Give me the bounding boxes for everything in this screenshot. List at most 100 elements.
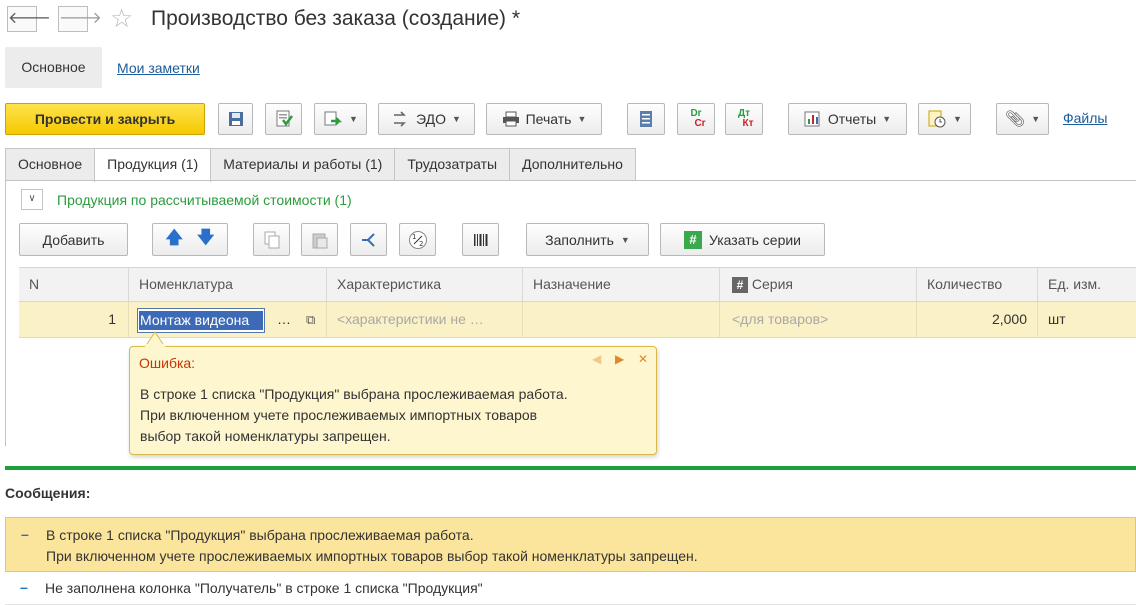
messages-title: Сообщения: bbox=[5, 485, 91, 501]
back-button[interactable]: 🡐 bbox=[7, 6, 51, 32]
message-marker-icon: – bbox=[21, 526, 29, 542]
specify-series-label: Указать серии bbox=[708, 231, 802, 248]
files-link[interactable]: Файлы bbox=[1063, 110, 1107, 126]
column-series-label: Серия bbox=[751, 276, 793, 292]
tab-additional[interactable]: Дополнительно bbox=[509, 148, 636, 181]
distribute-quantity-button[interactable]: 12 bbox=[399, 223, 436, 256]
column-purpose[interactable]: Назначение bbox=[522, 268, 719, 301]
column-nomenclature[interactable]: Номенклатура bbox=[128, 268, 326, 301]
open-icon[interactable]: ⧉ bbox=[306, 302, 315, 337]
arrow-left-icon: 🡐 bbox=[8, 10, 51, 27]
message-text: В строке 1 списка "Продукция" выбрана пр… bbox=[46, 525, 698, 567]
add-row-button[interactable]: Добавить bbox=[19, 223, 128, 256]
add-row-label: Добавить bbox=[42, 231, 105, 248]
messages-separator[interactable] bbox=[5, 466, 1136, 470]
message-line: При включенном учете прослеживаемых импо… bbox=[46, 548, 698, 564]
journal-button[interactable] bbox=[627, 103, 665, 135]
split-icon bbox=[361, 232, 375, 247]
cr-label: Cr bbox=[694, 118, 706, 129]
post-and-close-button[interactable]: Провести и закрыть bbox=[5, 103, 205, 135]
tab-materials[interactable]: Материалы и работы (1) bbox=[210, 148, 396, 181]
cell-unit[interactable]: шт bbox=[1037, 302, 1136, 337]
reports-button[interactable]: Отчеты ▼ bbox=[788, 103, 907, 135]
edo-icon bbox=[394, 111, 406, 127]
column-n[interactable]: N bbox=[19, 268, 128, 301]
nomenclature-input-value: Монтаж видеона bbox=[139, 311, 263, 330]
paste-button[interactable] bbox=[301, 223, 338, 256]
message-text: Не заполнена колонка "Получатель" в стро… bbox=[45, 580, 483, 596]
edo-button[interactable]: ЭДО ▼ bbox=[378, 103, 475, 135]
cell-purpose[interactable] bbox=[522, 302, 719, 337]
error-line: выбор такой номенклатуры запрещен. bbox=[140, 428, 391, 444]
cell-quantity[interactable]: 2,000 bbox=[916, 302, 1037, 337]
related-documents-icon bbox=[928, 110, 946, 128]
table-header: N Номенклатура Характеристика Назначение… bbox=[19, 267, 1136, 302]
dt-kt-icon: Дт Кт bbox=[734, 109, 754, 129]
print-button[interactable]: Печать ▼ bbox=[486, 103, 602, 135]
chevron-down-icon: ▼ bbox=[349, 114, 358, 124]
dr-cr-button[interactable]: Dr Cr bbox=[677, 103, 715, 135]
error-popup-message: В строке 1 списка "Продукция" выбрана пр… bbox=[140, 384, 568, 447]
cell-series[interactable]: <для товаров> bbox=[719, 302, 916, 337]
message-marker-icon: – bbox=[20, 579, 28, 595]
split-row-button[interactable] bbox=[350, 223, 387, 256]
nav-main-tab[interactable]: Основное bbox=[5, 47, 102, 88]
row-number: 1 bbox=[108, 311, 116, 327]
my-notes-link[interactable]: Мои заметки bbox=[117, 59, 200, 77]
popup-pointer-cover bbox=[145, 344, 165, 348]
chevron-down-icon: ▼ bbox=[1031, 114, 1041, 124]
column-series[interactable]: # Серия bbox=[719, 268, 916, 301]
chevron-down-icon: ∨ bbox=[28, 193, 36, 204]
create-based-on-button[interactable]: ▼ bbox=[314, 103, 367, 135]
column-unit[interactable]: Ед. изм. bbox=[1037, 268, 1136, 301]
tab-labor[interactable]: Трудозатраты bbox=[394, 148, 511, 181]
column-characteristic[interactable]: Характеристика bbox=[326, 268, 522, 301]
nomenclature-input[interactable]: Монтаж видеона bbox=[137, 308, 265, 333]
barcode-search-button[interactable] bbox=[462, 223, 499, 256]
related-documents-button[interactable]: ▼ bbox=[918, 103, 971, 135]
list-icon bbox=[640, 111, 652, 127]
print-label: Печать bbox=[525, 111, 572, 127]
chevron-down-icon: ▼ bbox=[882, 114, 892, 124]
move-buttons-group: 🡅 🡇 bbox=[152, 223, 228, 256]
fill-button[interactable]: Заполнить ▼ bbox=[526, 223, 649, 256]
post-and-close-label: Провести и закрыть bbox=[34, 111, 176, 127]
cell-characteristic[interactable]: <характеристики не … bbox=[326, 302, 522, 337]
tab-main[interactable]: Основное bbox=[5, 148, 96, 181]
dt-kt-button[interactable]: Дт Кт bbox=[725, 103, 763, 135]
paperclip-icon: 📎︎ bbox=[1004, 111, 1026, 128]
forward-button[interactable]: 🡒 bbox=[58, 6, 102, 32]
group-title: Продукция по рассчитываемой стоимости (1… bbox=[57, 192, 352, 208]
message-item[interactable]: – Не заполнена колонка "Получатель" в ст… bbox=[5, 572, 1136, 605]
attachments-button[interactable]: 📎︎ ▼ bbox=[996, 103, 1049, 135]
column-quantity[interactable]: Количество bbox=[916, 268, 1037, 301]
more-button[interactable]: … bbox=[277, 302, 291, 337]
post-button[interactable] bbox=[265, 103, 302, 135]
reports-label: Отчеты bbox=[827, 111, 877, 127]
hash-icon: # bbox=[683, 230, 702, 249]
group-collapse-toggle[interactable]: ∨ bbox=[21, 189, 43, 210]
chevron-down-icon: ▼ bbox=[577, 114, 587, 124]
chevron-down-icon: ▼ bbox=[620, 234, 630, 245]
save-button[interactable] bbox=[218, 103, 253, 135]
error-line: При включенном учете прослеживаемых импо… bbox=[140, 407, 538, 423]
tab-products[interactable]: Продукция (1) bbox=[94, 148, 212, 182]
move-down-icon[interactable]: 🡇 bbox=[197, 225, 214, 254]
edo-label: ЭДО bbox=[416, 111, 447, 127]
reports-icon bbox=[804, 111, 820, 127]
kt-label: Кт bbox=[742, 118, 754, 129]
favorite-star-icon[interactable]: ☆ bbox=[110, 4, 133, 32]
move-up-icon[interactable]: 🡅 bbox=[166, 225, 183, 254]
close-icon[interactable]: ✕ bbox=[638, 351, 648, 367]
dr-cr-icon: Dr Cr bbox=[686, 109, 705, 129]
error-popup-title: Ошибка: bbox=[139, 355, 196, 371]
copy-row-button[interactable] bbox=[253, 223, 290, 256]
error-line: В строке 1 списка "Продукция" выбрана пр… bbox=[140, 386, 568, 402]
page-title: Производство без заказа (создание) * bbox=[151, 7, 521, 30]
specify-series-button[interactable]: # Указать серии bbox=[660, 223, 825, 256]
create-based-on-icon bbox=[324, 111, 343, 126]
previous-error-icon[interactable]: ◀ bbox=[592, 351, 601, 367]
document-tabs: Основное Продукция (1) Материалы и работ… bbox=[5, 148, 636, 182]
next-error-icon[interactable]: ▶ bbox=[615, 351, 624, 367]
message-item[interactable]: – В строке 1 списка "Продукция" выбрана … bbox=[5, 517, 1136, 572]
